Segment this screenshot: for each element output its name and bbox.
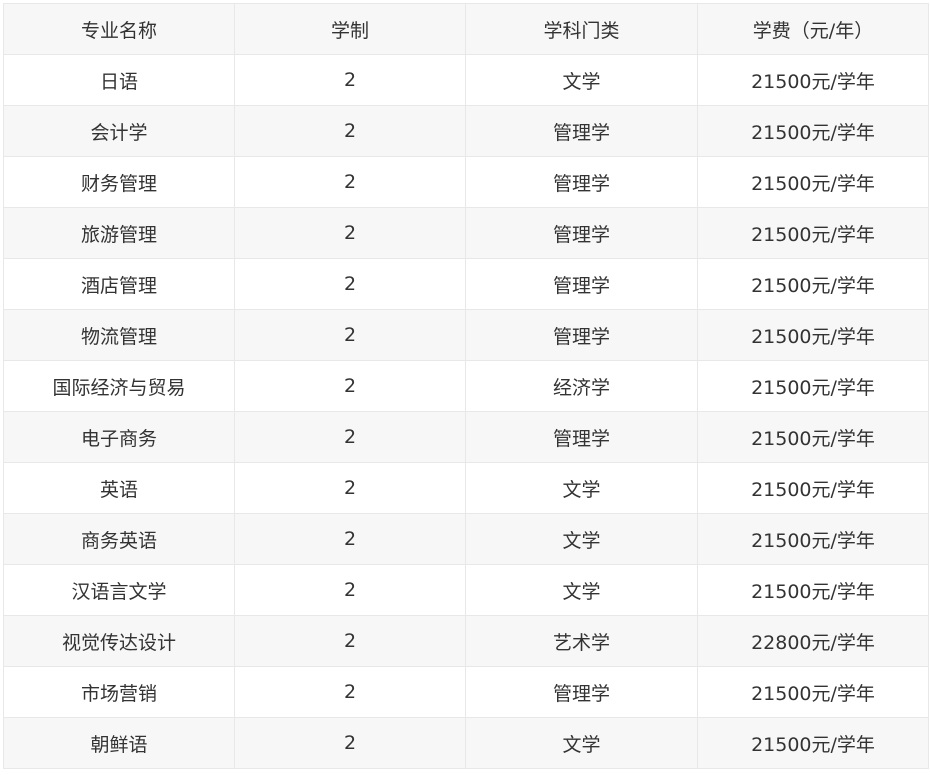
- cell-discipline: 文学: [465, 513, 698, 565]
- cell-discipline: 文学: [465, 564, 698, 616]
- cell-tuition: 21500元/学年: [697, 717, 929, 769]
- table-header: 专业名称 学制 学科门类 学费（元/年）: [3, 3, 929, 55]
- header-row: 专业名称 学制 学科门类 学费（元/年）: [3, 3, 929, 55]
- cell-tuition: 21500元/学年: [697, 258, 929, 310]
- cell-major-name: 英语: [3, 462, 235, 514]
- cell-major-name: 旅游管理: [3, 207, 235, 259]
- cell-duration: 2: [234, 564, 466, 616]
- cell-discipline: 管理学: [465, 258, 698, 310]
- cell-duration: 2: [234, 105, 466, 157]
- cell-discipline: 管理学: [465, 666, 698, 718]
- cell-discipline: 管理学: [465, 156, 698, 208]
- cell-duration: 2: [234, 717, 466, 769]
- cell-discipline: 管理学: [465, 207, 698, 259]
- cell-tuition: 21500元/学年: [697, 105, 929, 157]
- table-row: 视觉传达设计 2 艺术学 22800元/学年: [3, 615, 929, 667]
- cell-tuition: 21500元/学年: [697, 360, 929, 412]
- cell-tuition: 22800元/学年: [697, 615, 929, 667]
- cell-duration: 2: [234, 462, 466, 514]
- cell-major-name: 日语: [3, 54, 235, 106]
- cell-discipline: 文学: [465, 54, 698, 106]
- cell-discipline: 管理学: [465, 309, 698, 361]
- cell-major-name: 视觉传达设计: [3, 615, 235, 667]
- table-row: 旅游管理 2 管理学 21500元/学年: [3, 207, 929, 259]
- cell-tuition: 21500元/学年: [697, 564, 929, 616]
- table-row: 市场营销 2 管理学 21500元/学年: [3, 666, 929, 718]
- cell-discipline: 管理学: [465, 411, 698, 463]
- tuition-table: 专业名称 学制 学科门类 学费（元/年） 日语 2 文学 21500元/学年 会计学 2 管…: [3, 3, 929, 769]
- tuition-table-container: 专业名称 学制 学科门类 学费（元/年） 日语 2 文学 21500元/学年 会计学 2 管…: [3, 3, 929, 769]
- cell-major-name: 商务英语: [3, 513, 235, 565]
- cell-major-name: 酒店管理: [3, 258, 235, 310]
- cell-major-name: 朝鲜语: [3, 717, 235, 769]
- cell-discipline: 管理学: [465, 105, 698, 157]
- table-row: 朝鲜语 2 文学 21500元/学年: [3, 717, 929, 769]
- cell-discipline: 文学: [465, 717, 698, 769]
- header-major-name: 专业名称: [3, 3, 235, 55]
- table-row: 英语 2 文学 21500元/学年: [3, 462, 929, 514]
- cell-major-name: 会计学: [3, 105, 235, 157]
- cell-duration: 2: [234, 156, 466, 208]
- cell-duration: 2: [234, 360, 466, 412]
- table-body: 日语 2 文学 21500元/学年 会计学 2 管理学 21500元/学年 财务管理 2 管理学 21…: [3, 54, 929, 769]
- table-row: 国际经济与贸易 2 经济学 21500元/学年: [3, 360, 929, 412]
- cell-tuition: 21500元/学年: [697, 156, 929, 208]
- cell-major-name: 汉语言文学: [3, 564, 235, 616]
- table-row: 会计学 2 管理学 21500元/学年: [3, 105, 929, 157]
- cell-tuition: 21500元/学年: [697, 513, 929, 565]
- table-row: 电子商务 2 管理学 21500元/学年: [3, 411, 929, 463]
- table-row: 物流管理 2 管理学 21500元/学年: [3, 309, 929, 361]
- cell-duration: 2: [234, 258, 466, 310]
- cell-tuition: 21500元/学年: [697, 309, 929, 361]
- cell-tuition: 21500元/学年: [697, 462, 929, 514]
- cell-discipline: 经济学: [465, 360, 698, 412]
- header-duration: 学制: [234, 3, 466, 55]
- cell-tuition: 21500元/学年: [697, 54, 929, 106]
- cell-discipline: 文学: [465, 462, 698, 514]
- cell-duration: 2: [234, 309, 466, 361]
- cell-major-name: 财务管理: [3, 156, 235, 208]
- cell-discipline: 艺术学: [465, 615, 698, 667]
- cell-duration: 2: [234, 411, 466, 463]
- table-row: 汉语言文学 2 文学 21500元/学年: [3, 564, 929, 616]
- cell-duration: 2: [234, 207, 466, 259]
- cell-duration: 2: [234, 615, 466, 667]
- table-row: 日语 2 文学 21500元/学年: [3, 54, 929, 106]
- cell-major-name: 国际经济与贸易: [3, 360, 235, 412]
- header-tuition: 学费（元/年）: [697, 3, 929, 55]
- table-row: 商务英语 2 文学 21500元/学年: [3, 513, 929, 565]
- cell-tuition: 21500元/学年: [697, 207, 929, 259]
- cell-major-name: 电子商务: [3, 411, 235, 463]
- cell-tuition: 21500元/学年: [697, 666, 929, 718]
- cell-major-name: 物流管理: [3, 309, 235, 361]
- table-row: 酒店管理 2 管理学 21500元/学年: [3, 258, 929, 310]
- cell-duration: 2: [234, 666, 466, 718]
- cell-duration: 2: [234, 513, 466, 565]
- header-discipline: 学科门类: [465, 3, 698, 55]
- cell-duration: 2: [234, 54, 466, 106]
- cell-tuition: 21500元/学年: [697, 411, 929, 463]
- table-row: 财务管理 2 管理学 21500元/学年: [3, 156, 929, 208]
- cell-major-name: 市场营销: [3, 666, 235, 718]
